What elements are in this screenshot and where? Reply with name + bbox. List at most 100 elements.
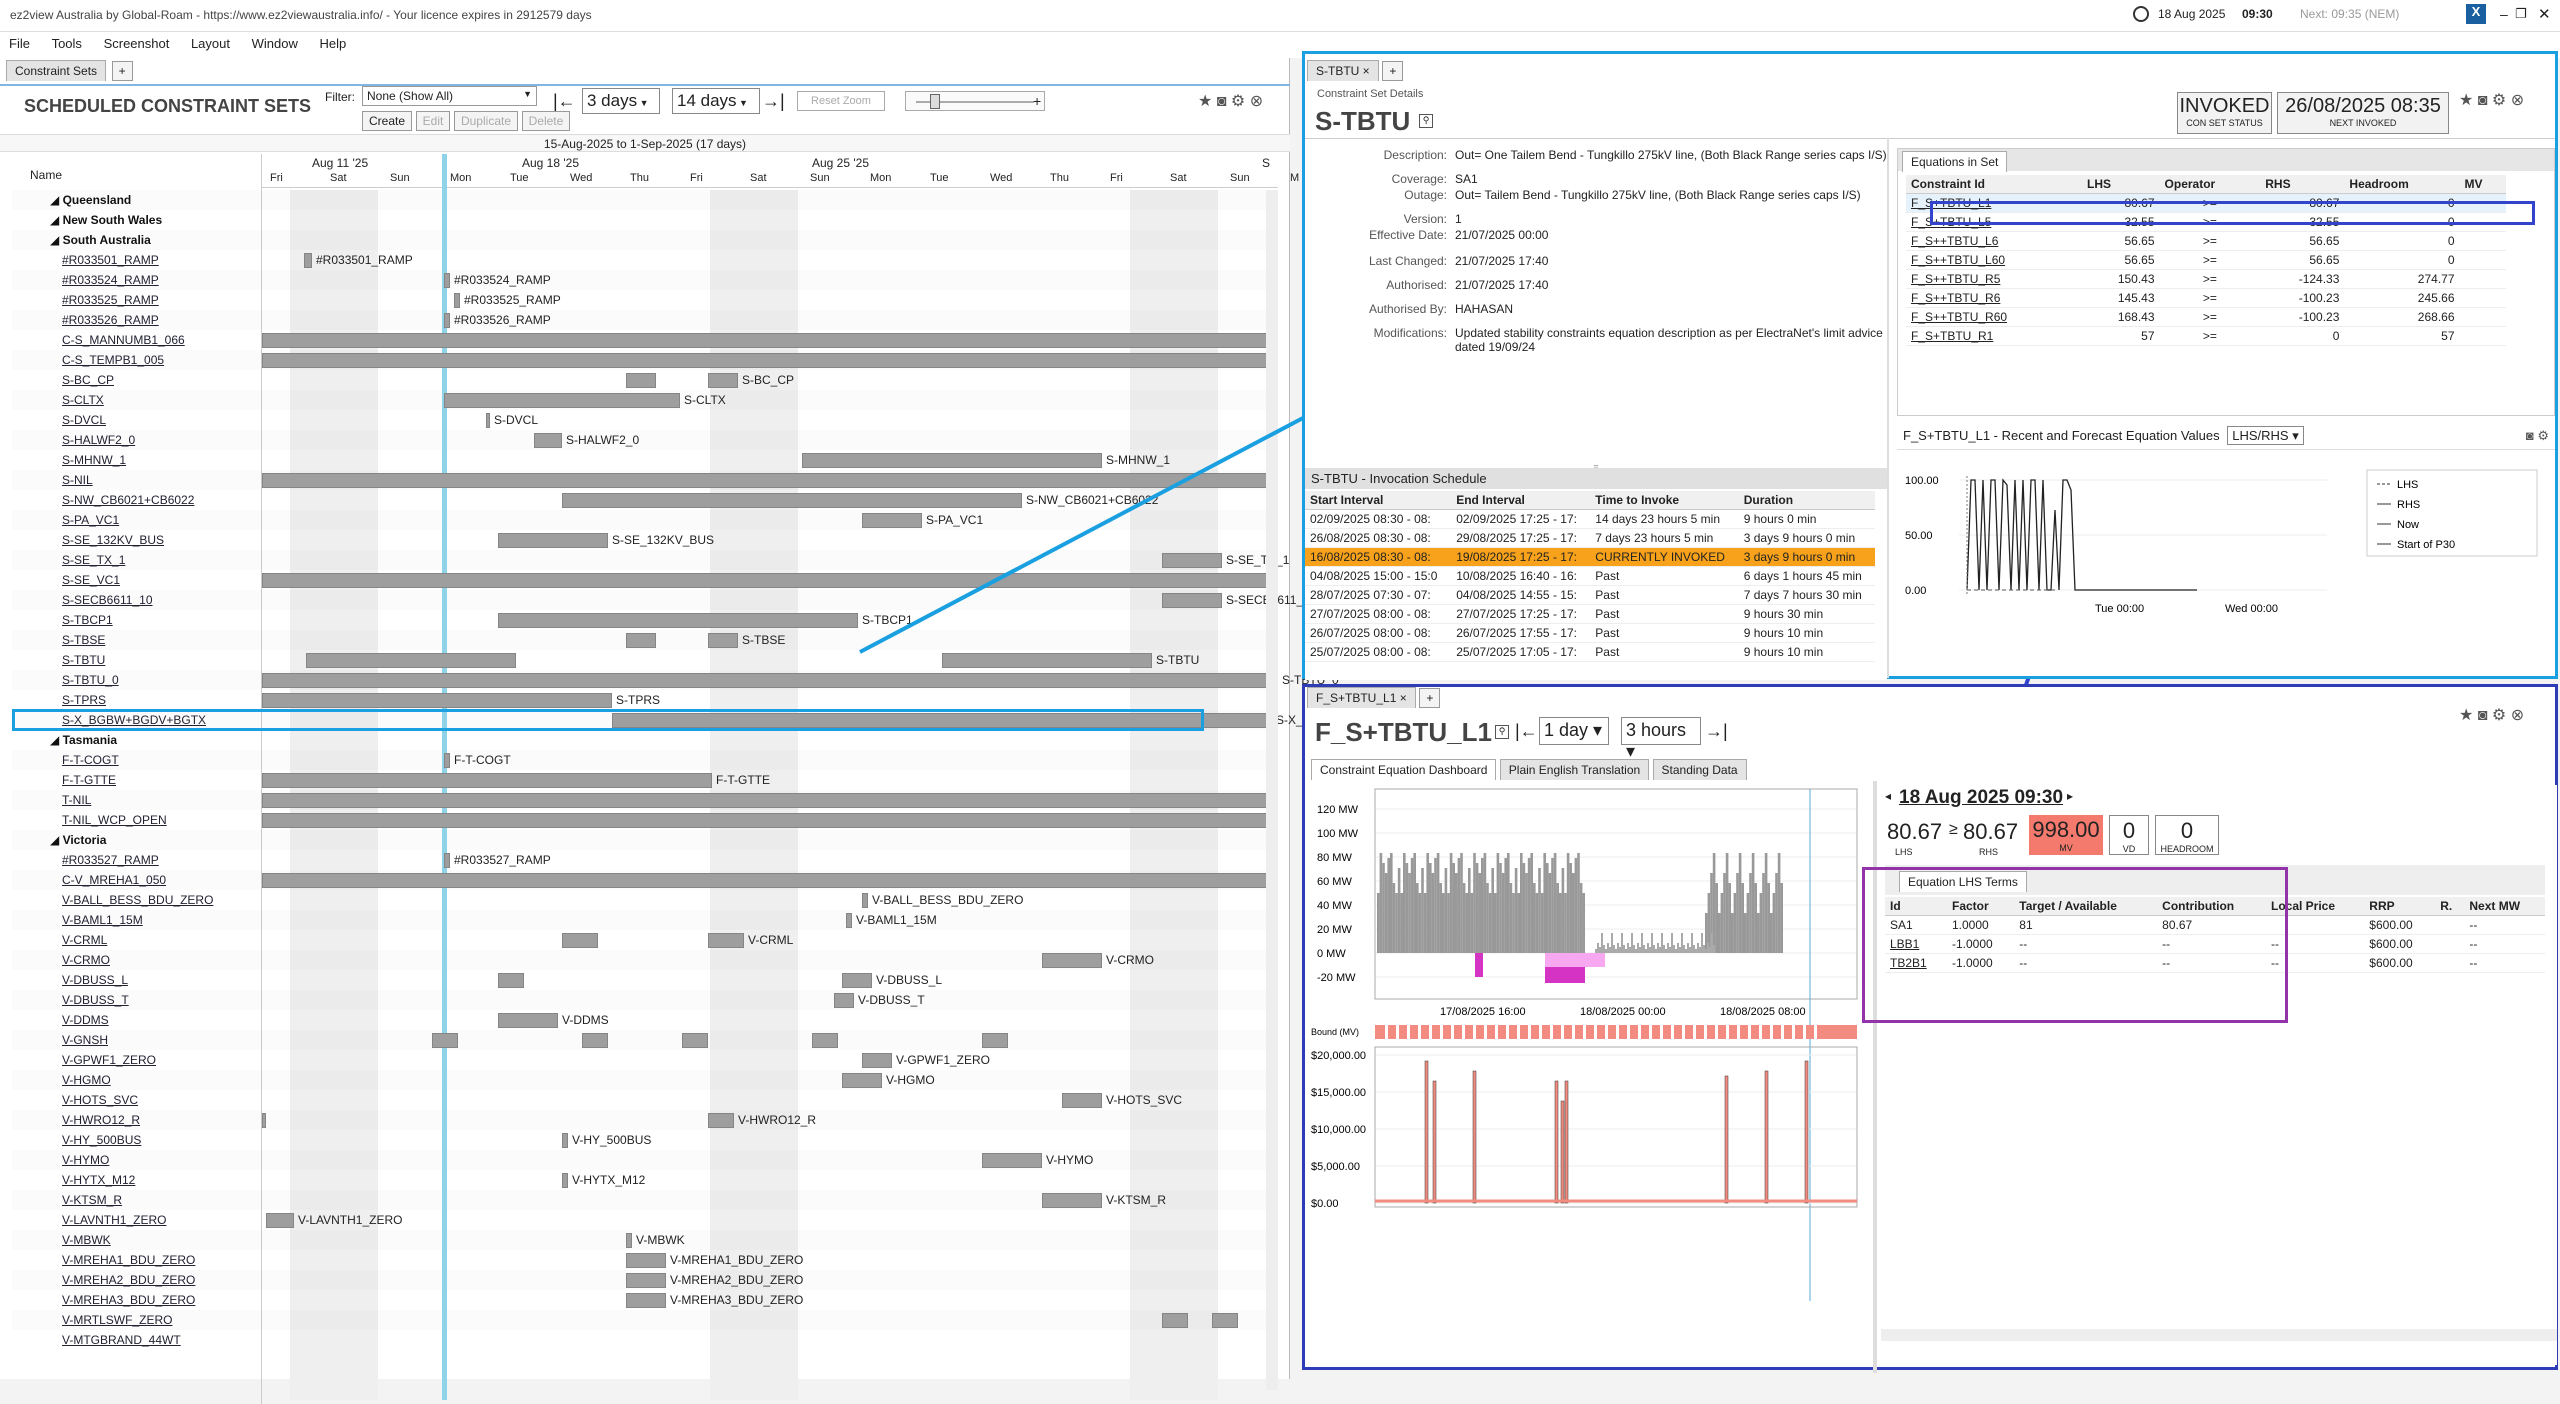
field-label: Authorised By:	[1368, 302, 1447, 316]
panel-toolbar-icons-2[interactable]: ★ ◙ ⚙ ⊗	[2459, 90, 2524, 110]
tab-dashboard[interactable]: Constraint Equation Dashboard	[1311, 759, 1497, 780]
add-tab-button-3[interactable]: +	[1419, 688, 1441, 708]
field-value: 21/07/2025 00:00	[1455, 228, 1549, 242]
y-tick-label: -20 MW	[1317, 972, 1356, 984]
table-header-row: Start Interval End Interval Time to Invoke…	[1305, 491, 1875, 510]
lhs-bar	[1559, 893, 1562, 953]
field-value: Updated stability constraints equation d…	[1455, 326, 1883, 354]
bound-gap	[1385, 1025, 1388, 1039]
table-row[interactable]: 16/08/2025 08:30 - 08: 19/08/2025 17:25 -…	[1305, 547, 1875, 567]
table-cell: 56.65	[2260, 231, 2345, 251]
bound-gap	[1495, 1025, 1498, 1039]
table-row[interactable]: F_S++TBTU_R5 150.43 >= -124.33 274.77	[1906, 269, 2506, 289]
table-cell: 57	[2344, 326, 2460, 346]
lhs-bar	[1777, 853, 1781, 953]
search-icon-2[interactable]: ⚲	[1495, 725, 1509, 739]
bound-gap	[1473, 1025, 1476, 1039]
table-cell: 274.77	[2344, 269, 2460, 289]
h-scrollbar[interactable]	[1881, 1329, 2557, 1341]
lhs-bar	[1465, 893, 1468, 953]
lhs-bar	[1764, 853, 1768, 953]
table-row[interactable]: F_S++TBTU_R60 168.43 >= -100.23 268.66	[1906, 307, 2506, 327]
mini-chart-select-value: LHS/RHS	[2232, 428, 2289, 443]
lhs-bar	[1520, 853, 1523, 953]
lhs-bar	[1705, 949, 1707, 953]
lhs-bar	[1689, 947, 1691, 953]
lhs-bar	[1535, 893, 1539, 953]
lhs-value: 80.67	[1887, 819, 1943, 844]
lhs-bar	[1749, 873, 1752, 953]
table-row[interactable]: 25/07/2025 08:00 - 08: 25/07/2025 17:05 -…	[1305, 642, 1875, 662]
column-header: RHS	[2260, 175, 2345, 194]
price-spike	[1432, 1080, 1437, 1204]
lhs-bar	[1754, 883, 1757, 953]
table-cell: --	[2464, 915, 2545, 935]
table-cell: >=	[2159, 288, 2261, 308]
lhs-bar	[1718, 913, 1721, 953]
tab-plain-english[interactable]: Plain English Translation	[1499, 759, 1650, 780]
lhs-bar	[1538, 868, 1541, 953]
lhs-bar	[1728, 883, 1731, 953]
tab-equation[interactable]: F_S+TBTU_L1 ×	[1307, 687, 1416, 708]
lhs-bar	[1384, 873, 1388, 953]
tab-s-tbtu[interactable]: S-TBTU ×	[1307, 60, 1379, 81]
table-row[interactable]: F_S+TBTU_R1 57 >= 0 57	[1906, 326, 2506, 346]
lhs-bar	[1512, 893, 1515, 953]
bound-gap	[1759, 1025, 1762, 1039]
table-header-row: Constraint Id LHS Operator RHS Headroom MV	[1906, 175, 2506, 194]
table-row[interactable]: F_S++TBTU_L60 56.65 >= 56.65 0	[1906, 250, 2506, 270]
price-frame	[1374, 1046, 1858, 1208]
column-header: Start Interval	[1305, 491, 1452, 510]
mv-box: 998.00 MV	[2029, 815, 2103, 855]
table-row[interactable]: F_S++TBTU_R6 145.43 >= -100.23 245.66	[1906, 288, 2506, 308]
table-row[interactable]: 04/08/2025 15:00 - 15:0 10/08/2025 16:40 …	[1305, 566, 1875, 586]
headroom-caption: HEADROOM	[2160, 844, 2214, 854]
date-display[interactable]: 18 Aug 2025 09:30	[1899, 787, 2063, 809]
y-tick-label: 0.00	[1905, 585, 1926, 597]
mini-chart-select[interactable]: LHS/RHS ▾	[2227, 426, 2304, 445]
search-icon[interactable]: ⚲	[1419, 114, 1433, 128]
lhs-bar	[1597, 943, 1599, 953]
lhs-bar	[1392, 883, 1396, 953]
field-label: Coverage:	[1391, 172, 1447, 186]
table-row[interactable]: 02/09/2025 08:30 - 08: 02/09/2025 17:25 -…	[1305, 509, 1875, 529]
x-tick-label: Tue 00:00	[2095, 603, 2144, 615]
table-cell: 57	[2082, 326, 2160, 346]
lhs-bar	[1546, 863, 1549, 953]
lhs-bar	[1444, 868, 1448, 953]
invocation-table: Start Interval End Interval Time to Invoke…	[1305, 491, 1875, 662]
invocation-title: S-TBTU - Invocation Schedule	[1305, 468, 1887, 489]
tab-equations-in-set[interactable]: Equations in Set	[1902, 151, 2008, 172]
field-label: Last Changed:	[1368, 254, 1447, 268]
table-cell: $600.00	[2364, 915, 2436, 935]
eq-range-select-1[interactable]: 1 day ▾	[1539, 717, 1609, 745]
bound-gap	[1407, 1025, 1410, 1039]
tab-standing-data[interactable]: Standing Data	[1652, 759, 1747, 780]
range-end-icon-2[interactable]: →|	[1705, 721, 1728, 742]
bound-gap	[1440, 1025, 1443, 1039]
lhs-bar	[1418, 893, 1422, 953]
bound-gap	[1561, 1025, 1564, 1039]
add-tab-button-2[interactable]: +	[1382, 61, 1404, 81]
negative-bar	[1475, 953, 1483, 977]
price-spike	[1724, 1075, 1729, 1204]
lhs-bar	[1681, 933, 1683, 953]
range-start-icon-2[interactable]: |←	[1515, 721, 1538, 742]
price-spike	[1424, 1060, 1429, 1204]
eq-range-select-2[interactable]: 3 hours ▾	[1621, 717, 1701, 761]
table-row[interactable]: 27/07/2025 08:00 - 08: 27/07/2025 17:25 -…	[1305, 604, 1875, 624]
panel-toolbar-icons-3[interactable]: ★ ◙ ⚙ ⊗	[2459, 705, 2524, 725]
lhs-bar	[1408, 873, 1411, 953]
next-date-button[interactable]: ▸	[2067, 789, 2073, 803]
table-row[interactable]: 26/08/2025 08:30 - 08: 29/08/2025 17:25 -…	[1305, 528, 1875, 548]
table-cell: 14 days 23 hours 5 min	[1590, 509, 1739, 529]
table-cell: -100.23	[2260, 307, 2345, 327]
table-cell: F_S++TBTU_R5	[1906, 269, 2083, 289]
mini-chart-icons[interactable]: ◙ ⚙	[2526, 428, 2549, 444]
table-cell	[2459, 269, 2506, 289]
lhs-bar	[1691, 933, 1693, 953]
prev-date-button[interactable]: ◂	[1885, 789, 1891, 803]
table-row[interactable]: 28/07/2025 07:30 - 07: 04/08/2025 14:55 -…	[1305, 585, 1875, 605]
table-row[interactable]: 26/07/2025 08:00 - 08: 26/07/2025 17:55 -…	[1305, 623, 1875, 643]
table-row[interactable]: F_S++TBTU_L6 56.65 >= 56.65 0	[1906, 231, 2506, 251]
